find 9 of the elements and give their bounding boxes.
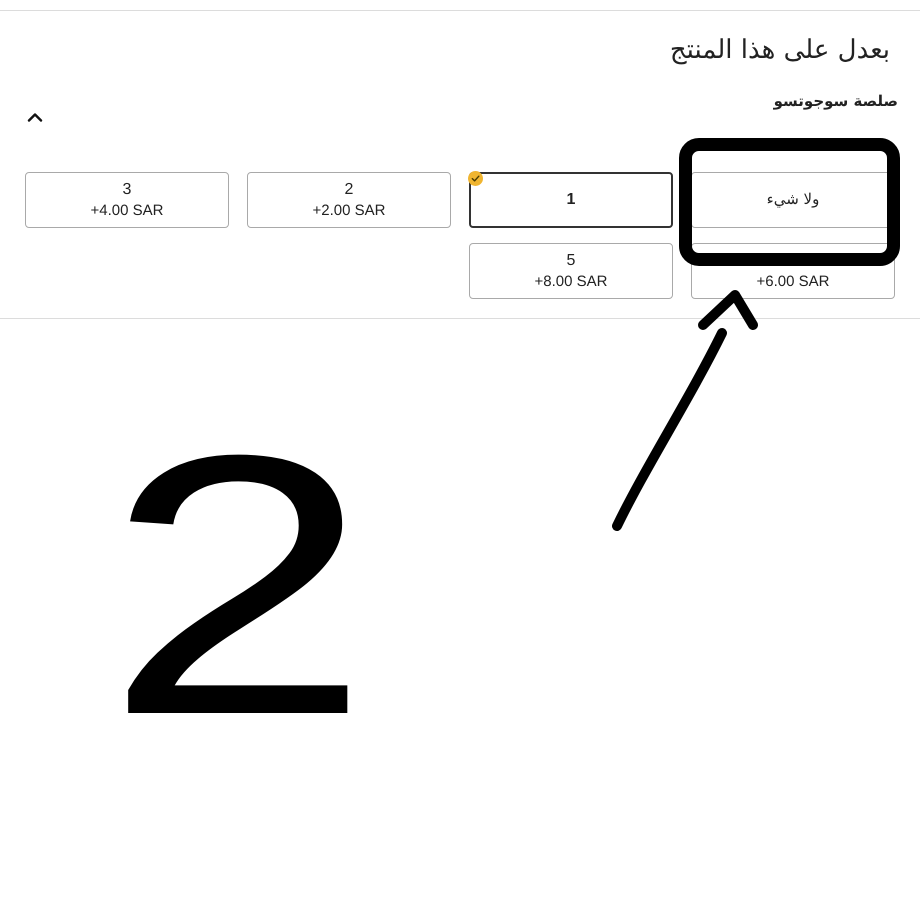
option-button[interactable]: 5 +8.00 SAR — [469, 243, 673, 300]
chevron-up-icon[interactable] — [27, 112, 43, 122]
product-question-title: بعدل على هذا المنتج — [670, 35, 890, 66]
hand-drawn-number: 2 — [104, 453, 372, 720]
option-button[interactable]: 3 +4.00 SAR — [25, 172, 229, 228]
check-icon — [468, 171, 483, 186]
option-button[interactable]: 1 — [469, 172, 673, 228]
option-button[interactable]: 2 +2.00 SAR — [247, 172, 451, 228]
option-group-title: صلصة سوجوتسو — [774, 92, 898, 110]
